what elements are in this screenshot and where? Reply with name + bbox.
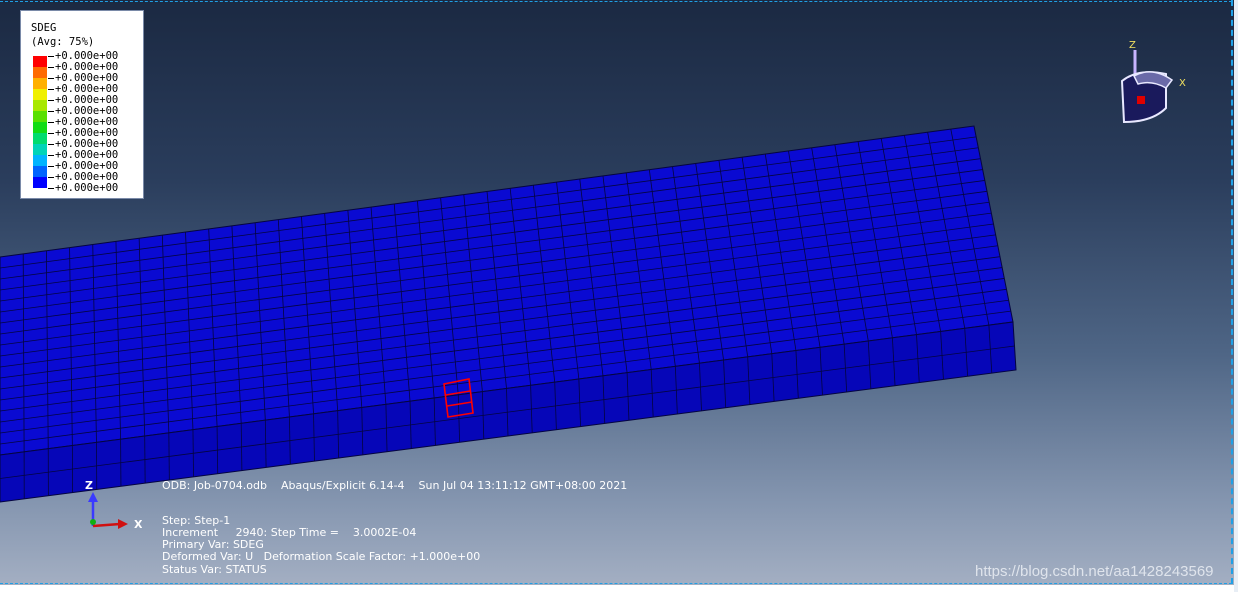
legend-tick	[48, 177, 54, 178]
legend-tick	[48, 188, 54, 189]
legend-swatch	[33, 155, 47, 166]
legend-tick	[48, 144, 54, 145]
legend-swatch	[33, 122, 47, 133]
legend-tick	[48, 122, 54, 123]
legend-swatch	[33, 133, 47, 144]
bottom-strip	[0, 585, 1238, 592]
viewport[interactable]: SDEG (Avg: 75%) +0.000e+00 +0.000e+00 +0.0…	[0, 0, 1238, 592]
legend-tick	[48, 78, 54, 79]
legend-swatch	[33, 166, 47, 177]
legend-swatch	[33, 111, 47, 122]
watermark-text: https://blog.csdn.net/aa1428243569	[975, 563, 1214, 580]
contour-legend[interactable]: SDEG (Avg: 75%) +0.000e+00 +0.000e+00 +0.0…	[20, 10, 144, 199]
legend-label: +0.000e+00	[55, 182, 119, 194]
legend-tick	[48, 133, 54, 134]
odb-info-line: ODB: Job-0704.odb Abaqus/Explicit 6.14-4…	[162, 479, 628, 492]
legend-tick	[48, 89, 54, 90]
deformed-var-info: Deformed Var: U Deformation Scale Factor…	[162, 550, 481, 563]
triad-z-label: Z	[85, 479, 93, 492]
viewport-border-top	[0, 1, 1232, 2]
legend-swatch	[33, 56, 47, 67]
legend-swatch	[33, 144, 47, 155]
view-cube-x-label: X	[1179, 78, 1186, 89]
legend-swatch	[33, 78, 47, 89]
legend-swatch	[33, 89, 47, 100]
viewport-border-right	[1231, 0, 1233, 584]
legend-swatch	[33, 100, 47, 111]
legend-tick	[48, 100, 54, 101]
legend-tick	[48, 155, 54, 156]
viewport-border-bottom	[0, 583, 1232, 584]
axis-triad-icon: Z X	[85, 479, 142, 531]
legend-title: SDEG	[31, 22, 57, 34]
view-cube-icon[interactable]: Z X	[1108, 36, 1198, 131]
legend-tick	[48, 111, 54, 112]
legend-swatch	[33, 177, 47, 188]
legend-subtitle: (Avg: 75%)	[31, 36, 95, 48]
view-cube-z-label: Z	[1129, 40, 1136, 51]
legend-tick	[48, 56, 54, 57]
legend-tick	[48, 166, 54, 167]
triad-x-label: X	[134, 518, 142, 531]
mesh-model[interactable]	[0, 0, 1238, 592]
legend-tick	[48, 67, 54, 68]
legend-swatch	[33, 67, 47, 78]
status-var-info: Status Var: STATUS	[162, 563, 267, 576]
right-strip	[1234, 0, 1238, 592]
